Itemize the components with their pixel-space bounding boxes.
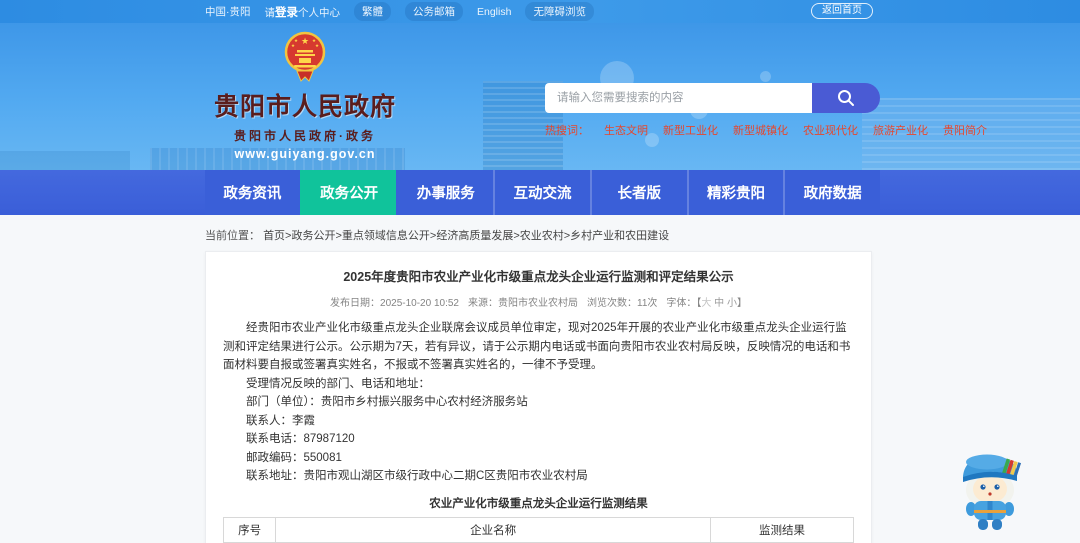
article-source: 来源：贵阳市农业农村局: [468, 298, 578, 309]
publish-date: 发布日期：2025-10-20 10:52: [330, 298, 459, 309]
nav-tab-zhengwu-zixun[interactable]: 政务资讯: [205, 170, 300, 215]
search-box: [545, 83, 880, 113]
table-caption: 农业产业化市级重点龙头企业运行监测结果: [429, 497, 648, 510]
page: 中国·贵阳 请登录个人中心 繁體 公务邮箱 English 无障碍浏览 返回首页…: [0, 0, 1080, 543]
article-paragraph: 邮政编码：550081: [246, 451, 342, 464]
svg-text:★: ★: [291, 43, 295, 48]
nav-tab-hudong-jiaoliu[interactable]: 互动交流: [493, 170, 590, 215]
hot-word[interactable]: 农业现代化: [803, 122, 858, 138]
search-icon: [838, 90, 854, 106]
hot-search-row: 热搜词： 生态文明 新型工业化 新型城镇化 农业现代化 旅游产业化 贵阳简介: [545, 122, 987, 138]
article-card: 2025年度贵阳市农业产业化市级重点龙头企业运行监测和评定结果公示 发布日期：2…: [205, 251, 872, 543]
svg-text:★: ★: [315, 43, 319, 48]
font-size-medium-button[interactable]: 中: [714, 298, 724, 309]
mascot-icon: [963, 454, 1022, 530]
search-input[interactable]: [545, 83, 812, 113]
font-size-large-button[interactable]: 大: [701, 298, 711, 309]
monitoring-result-table: 序号 企业名称 监测结果 1 贵州合力超市采购有限公司 合格 2 贵州友禾种业有…: [222, 516, 855, 543]
breadcrumb-label: 当前位置：: [205, 230, 260, 242]
font-size-small-button[interactable]: 小: [727, 298, 737, 309]
bokeh-decoration: [760, 71, 771, 82]
col-header-company: 企业名称: [275, 516, 711, 543]
breadcrumb-path[interactable]: 首页>政务公开>重点领域信息公开>经济高质量发展>农业农村>乡村产业和农田建设: [263, 230, 669, 242]
hot-word[interactable]: 旅游产业化: [873, 122, 928, 138]
nav-tab-zhengfu-shuju[interactable]: 政府数据: [783, 170, 881, 215]
font-size-control: 字体：【大 中 小】: [666, 294, 747, 309]
font-label: 字体：: [666, 298, 697, 309]
skyline-decoration: [0, 151, 130, 170]
hot-word[interactable]: 新型工业化: [663, 122, 718, 138]
site-url: www.guiyang.gov.cn: [234, 147, 376, 161]
top-utility-bar: 中国·贵阳 请登录个人中心 繁體 公务邮箱 English 无障碍浏览 返回首页: [0, 0, 1080, 23]
accessibility-link[interactable]: 无障碍浏览: [525, 2, 594, 21]
hot-search-label: 热搜词：: [545, 125, 589, 137]
article-paragraph: 部门（单位）：贵阳市乡村振兴服务中心农村经济服务站: [246, 396, 528, 408]
breadcrumb: 当前位置： 首页>政务公开>重点领域信息公开>经济高质量发展>农业农村>乡村产业…: [205, 227, 669, 243]
back-home-button[interactable]: 返回首页: [811, 3, 873, 19]
site-title: 贵阳市人民政府: [213, 93, 396, 121]
search-button[interactable]: [812, 83, 880, 113]
nav-tab-zhangzheban[interactable]: 长者版: [589, 170, 687, 215]
col-header-result: 监测结果: [709, 516, 855, 543]
login-bold: 登录: [275, 6, 298, 19]
font-bracket: 】: [736, 298, 747, 309]
article-paragraph: 经贵阳市农业产业化市级重点龙头企业联席会议成员单位审定，现对2025年开展的农业…: [223, 322, 851, 371]
nav-tab-jingcai-guiyang[interactable]: 精彩贵阳: [686, 170, 784, 215]
table-header-row: 序号 企业名称 监测结果: [222, 516, 855, 543]
region-link[interactable]: 中国·贵阳: [205, 4, 251, 19]
traditional-chinese-link[interactable]: 繁體: [354, 2, 391, 21]
article-paragraph: 受理情况反映的部门、电话和地址：: [246, 377, 430, 390]
english-link[interactable]: English: [477, 6, 511, 18]
hot-word[interactable]: 贵阳简介: [943, 122, 987, 138]
mascot-assistant[interactable]: [952, 448, 1028, 534]
article-body: 经贵阳市农业产业化市级重点龙头企业联席会议成员单位审定，现对2025年开展的农业…: [223, 319, 854, 486]
main-nav: 政务资讯 政务公开 办事服务 互动交流 长者版 精彩贵阳 政府数据: [0, 170, 1080, 215]
article-title: 2025年度贵阳市农业产业化市级重点龙头企业运行监测和评定结果公示: [343, 270, 734, 284]
official-mailbox-link[interactable]: 公务邮箱: [405, 2, 463, 21]
site-header: ★ ★ ★ ★ ★ 贵阳市人民政府 贵阳市人民政府·政务 www.guiyang…: [0, 23, 1080, 170]
article-meta: 发布日期：2025-10-20 10:52 来源：贵阳市农业农村局 浏览次数：1…: [223, 294, 854, 309]
view-count: 浏览次数：11次: [587, 298, 658, 309]
nav-tab-zhengwu-gongkai[interactable]: 政务公开: [299, 170, 397, 215]
hot-word[interactable]: 新型城镇化: [733, 122, 788, 138]
article-paragraph: 联系地址：贵阳市观山湖区市级行政中心二期C区贵阳市农业农村局: [246, 470, 588, 482]
col-header-serial: 序号: [222, 516, 277, 543]
article-paragraph: 联系电话：87987120: [246, 433, 355, 445]
login-prefix: 请: [264, 6, 276, 19]
hot-word[interactable]: 生态文明: [604, 122, 648, 138]
site-logo[interactable]: ★ ★ ★ ★ ★ 贵阳市人民政府 贵阳市人民政府·政务 www.guiyang…: [205, 31, 405, 161]
login-suffix: 个人中心: [298, 6, 340, 19]
article-paragraph: 联系人：李霞: [246, 414, 315, 427]
site-subtitle: 贵阳市人民政府·政务: [234, 129, 376, 143]
svg-text:★: ★: [301, 36, 309, 46]
national-emblem-icon: ★ ★ ★ ★ ★: [284, 31, 326, 82]
login-link[interactable]: 请登录个人中心: [265, 4, 341, 20]
nav-tab-banshi-fuwu[interactable]: 办事服务: [396, 170, 494, 215]
